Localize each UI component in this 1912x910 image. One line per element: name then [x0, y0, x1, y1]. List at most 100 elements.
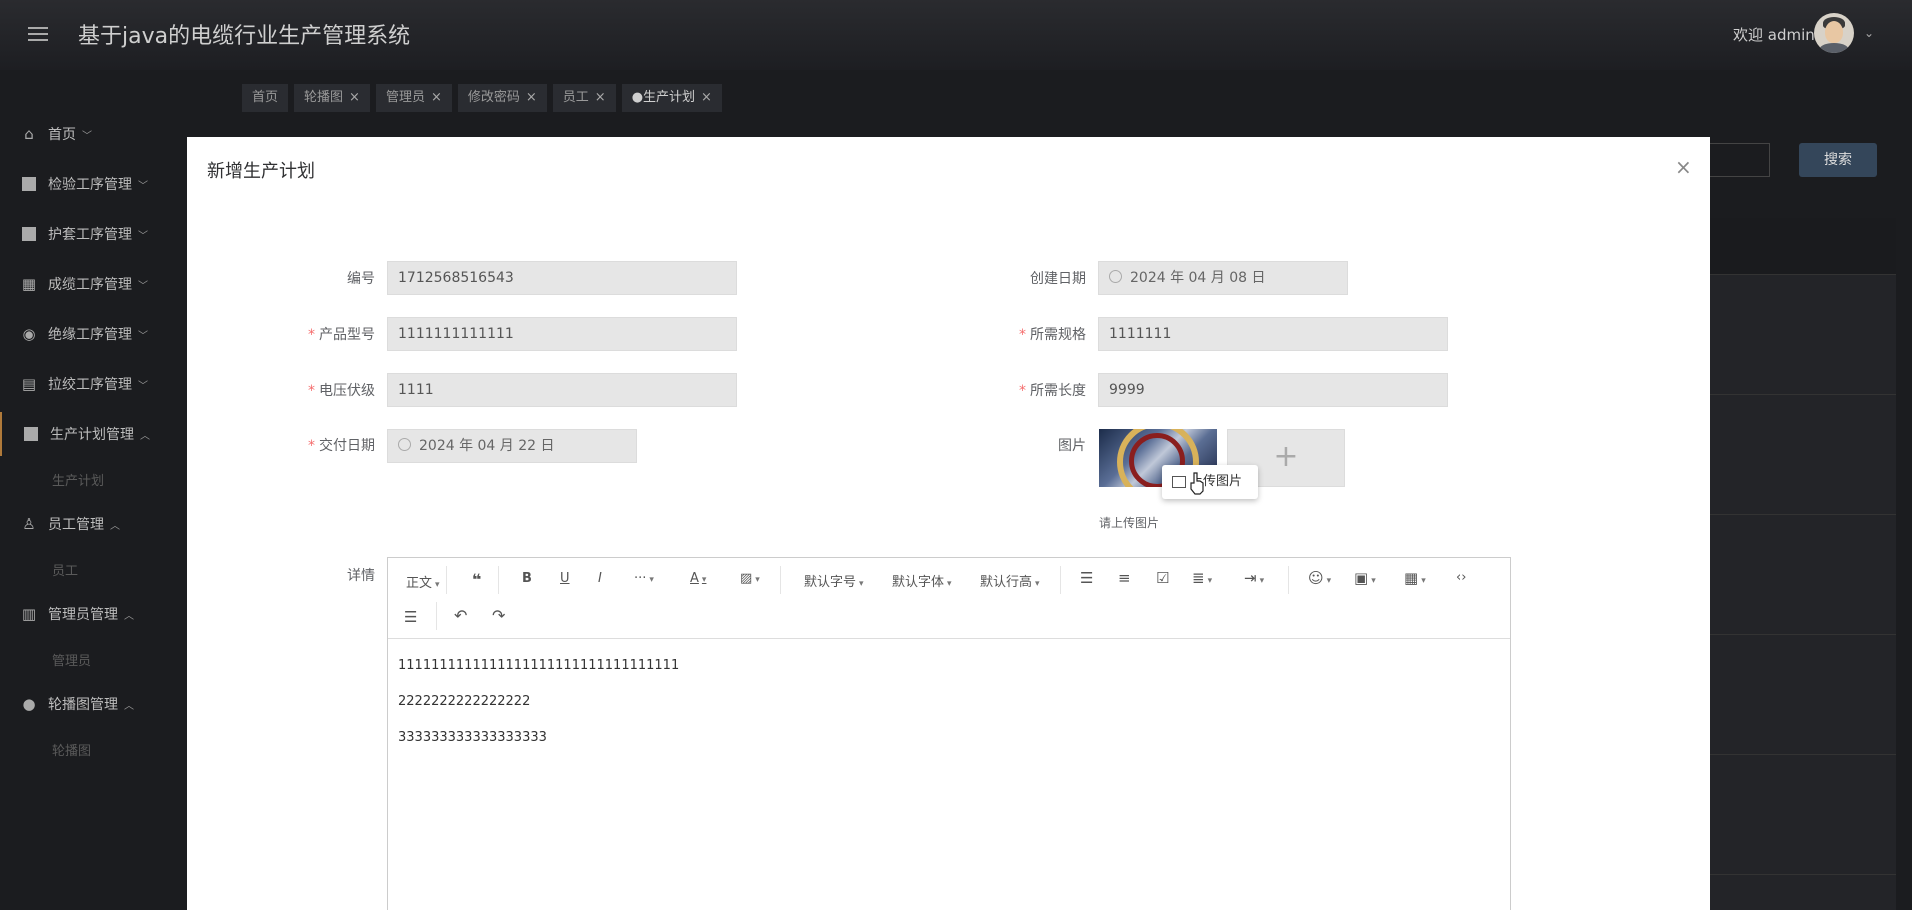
clock-icon — [1109, 270, 1122, 283]
grid-icon: ▦ — [21, 275, 37, 293]
code-label: 编号 — [347, 271, 375, 287]
home-icon: ⌂ — [24, 125, 34, 143]
image-icon[interactable]: ▣ ▾ — [1354, 569, 1376, 587]
divider-icon[interactable]: ☰ — [404, 608, 417, 626]
tab-admin[interactable]: 管理员 × — [375, 84, 452, 112]
todo-list-icon[interactable]: ☑ — [1156, 569, 1169, 587]
spec-label: * 所需规格 — [1019, 327, 1086, 343]
close-icon[interactable]: × — [431, 90, 442, 105]
paragraph-dropdown[interactable]: 正文 ▾ — [406, 572, 440, 591]
sidebar-subitem-plan[interactable]: 生产计划 — [52, 470, 104, 489]
close-icon[interactable]: × — [595, 90, 606, 105]
create-date-picker[interactable]: 2024 年 04 月 08 日 — [1098, 261, 1348, 295]
tab-banner[interactable]: 轮播图 × — [294, 84, 370, 112]
quote-icon[interactable]: ❝ — [472, 570, 481, 589]
product-model-input[interactable]: 1111111111111 — [387, 317, 737, 351]
sidebar-subitem-banner[interactable]: 轮播图 — [52, 740, 91, 759]
chevron-up-icon: ︿ — [124, 700, 134, 712]
sidebar-item-label: 成缆工序管理 — [48, 277, 132, 293]
numbered-list-icon[interactable]: ≡ — [1118, 569, 1131, 587]
voltage-input[interactable]: 1111 — [387, 373, 737, 407]
search-button[interactable]: 搜索 — [1799, 143, 1877, 177]
tab-staff[interactable]: 员工 × — [552, 84, 616, 112]
tab-change-password[interactable]: 修改密码 × — [457, 84, 547, 112]
chevron-down-icon: ﹀ — [138, 230, 148, 242]
upload-tip: 请上传图片 — [1099, 516, 1160, 530]
spec-input[interactable]: 1111111 — [1098, 317, 1448, 351]
sidebar-item-banner[interactable]: ● 轮播图管理 ︿ — [0, 682, 208, 726]
code-input[interactable]: 1712568516543 — [387, 261, 737, 295]
font-color-icon[interactable]: A ▾ — [690, 571, 706, 586]
close-icon[interactable]: × — [701, 90, 712, 105]
sidebar-item-stranding[interactable]: ▤ 拉绞工序管理 ﹀ — [0, 362, 208, 406]
indent-icon[interactable]: ⇥ ▾ — [1244, 569, 1264, 587]
menu-toggle-icon[interactable] — [28, 24, 48, 42]
layout-icon: ▤ — [21, 375, 37, 393]
font-size-dropdown[interactable]: 默认字号 ▾ — [804, 571, 864, 590]
sidebar-item-label: 首页 — [48, 127, 76, 143]
tab-production-plan[interactable]: ●生产计划 × — [621, 84, 722, 112]
chevron-up-icon: ︿ — [110, 520, 120, 532]
more-format-icon[interactable]: ··· ▾ — [634, 571, 654, 586]
user-icon: ♙ — [22, 515, 36, 533]
close-icon[interactable]: × — [349, 90, 360, 105]
bullet-list-icon[interactable]: ☰ — [1080, 569, 1093, 587]
sidebar-item-sheath[interactable]: 护套工序管理 ﹀ — [0, 212, 208, 256]
redo-icon[interactable]: ↷ — [492, 606, 505, 625]
rich-text-editor: 正文 ▾ ❝ B U I ··· ▾ A ▾ ▨ ▾ 默认字号 ▾ 默认字体 ▾ 默认行高 ▾… — [387, 557, 1511, 910]
sidebar-item-label: 生产计划管理 — [50, 427, 134, 443]
sidebar-item-cabling[interactable]: ▦ 成缆工序管理 ﹀ — [0, 262, 208, 306]
sidebar-item-label: 管理员管理 — [48, 607, 118, 623]
sidebar-subitem-admin[interactable]: 管理员 — [52, 650, 91, 669]
detail-label: 详情 — [347, 568, 375, 584]
background-color-icon[interactable]: ▨ ▾ — [740, 571, 760, 586]
chevron-up-icon: ︿ — [140, 430, 150, 442]
circle-icon: ◉ — [22, 325, 36, 343]
close-icon[interactable]: × — [526, 90, 537, 105]
delivery-date-picker[interactable]: 2024 年 04 月 22 日 — [387, 429, 637, 463]
italic-icon[interactable]: I — [598, 571, 602, 586]
bold-icon[interactable]: B — [522, 571, 532, 586]
close-icon[interactable]: × — [1675, 155, 1692, 179]
welcome-text: 欢迎 admin — [1733, 26, 1815, 44]
tab-home[interactable]: 首页 — [242, 84, 289, 112]
delivery-date-label: * 交付日期 — [308, 438, 375, 454]
clock-icon — [398, 438, 411, 451]
sidebar-item-home[interactable]: ⌂ 首页 ﹀ — [0, 112, 208, 156]
chevron-down-icon[interactable]: ⌄ — [1864, 26, 1874, 40]
sidebar-item-insulation[interactable]: ◉ 绝缘工序管理 ﹀ — [0, 312, 208, 356]
code-icon[interactable]: ‹› — [1456, 570, 1466, 585]
font-family-dropdown[interactable]: 默认字体 ▾ — [892, 571, 952, 590]
sidebar-item-production-plan[interactable]: 生产计划管理 ︿ — [0, 412, 210, 456]
add-plan-dialog: 新增生产计划 × 编号 1712568516543 创建日期 2024 年 04… — [187, 137, 1710, 910]
table-icon[interactable]: ▦ ▾ — [1404, 569, 1426, 587]
sidebar-item-label: 护套工序管理 — [48, 227, 132, 243]
undo-icon[interactable]: ↶ — [454, 606, 467, 625]
sidebar-item-label: 绝缘工序管理 — [48, 327, 132, 343]
editor-line: 1111111111111111111111111111111111 — [398, 658, 680, 673]
voltage-label: * 电压伏级 — [308, 383, 375, 399]
length-input[interactable]: 9999 — [1098, 373, 1448, 407]
top-header: 基于java的电缆行业生产管理系统 欢迎 admin ⌄ — [0, 0, 1912, 70]
sidebar-item-inspection[interactable]: 检验工序管理 ﹀ — [0, 162, 208, 206]
picture-icon — [1172, 475, 1186, 488]
align-icon[interactable]: ≣ ▾ — [1192, 569, 1212, 587]
chevron-down-icon: ﹀ — [82, 130, 92, 142]
sidebar: ⌂ 首页 ﹀ 检验工序管理 ﹀ 护套工序管理 ﹀ ▦ 成缆工序管理 ﹀ ◉ 绝缘… — [0, 70, 208, 910]
sidebar-item-admin[interactable]: ▥ 管理员管理 ︿ — [0, 592, 208, 636]
line-height-dropdown[interactable]: 默认行高 ▾ — [980, 571, 1040, 590]
mouse-cursor-icon — [1190, 472, 1204, 495]
avatar[interactable] — [1814, 13, 1854, 53]
more-icon: ● — [22, 695, 36, 713]
sidebar-item-label: 员工管理 — [48, 517, 104, 533]
sidebar-subitem-staff[interactable]: 员工 — [52, 560, 78, 579]
product-model-label: * 产品型号 — [308, 327, 375, 343]
editor-content[interactable]: 1111111111111111111111111111111111 22222… — [398, 658, 679, 766]
emoji-icon[interactable]: ☺ ▾ — [1308, 569, 1331, 587]
sidebar-item-staff[interactable]: ♙ 员工管理 ︿ — [0, 502, 208, 546]
chevron-down-icon: ﹀ — [138, 330, 148, 342]
tab-bar: 首页 轮播图 × 管理员 × 修改密码 × 员工 × ●生产计划 × — [242, 82, 728, 114]
upload-image-menu-item[interactable]: 上传图片 — [1162, 465, 1258, 499]
underline-icon[interactable]: U — [560, 571, 570, 586]
length-label: * 所需长度 — [1019, 383, 1086, 399]
